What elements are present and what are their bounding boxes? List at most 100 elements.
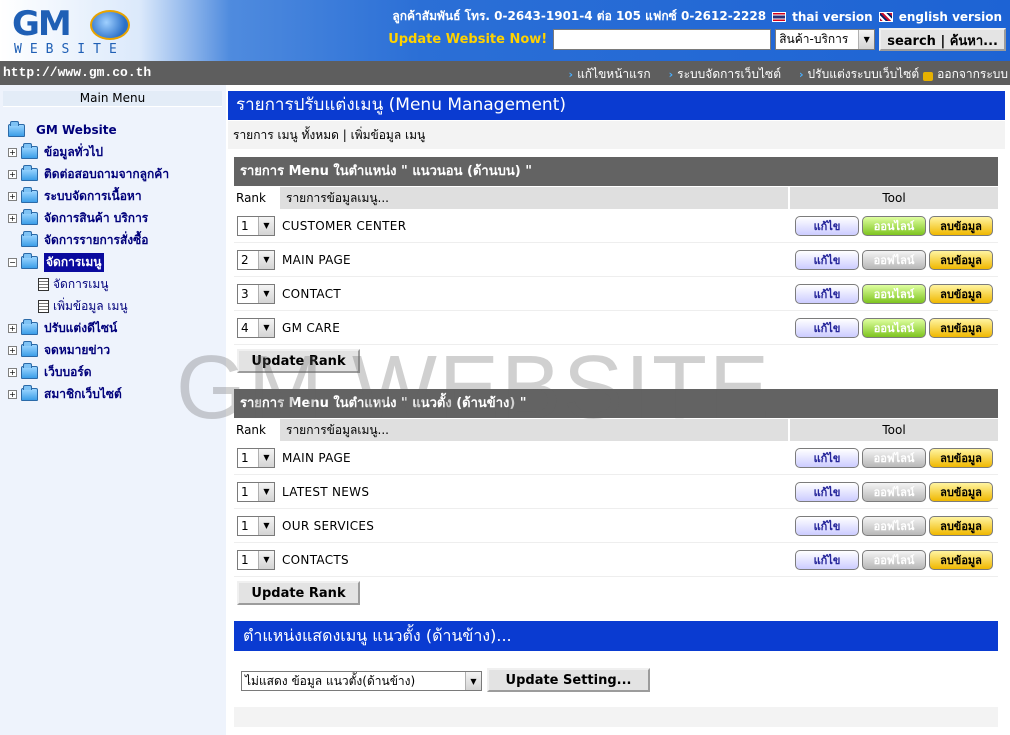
collapse-icon[interactable]: −: [8, 257, 17, 267]
online-button[interactable]: ออนไลน์: [862, 317, 926, 338]
edit-button[interactable]: แก้ไข: [795, 283, 859, 304]
tree-item-customer-contact[interactable]: + ติดต่อสอบถามจากลูกค้า: [8, 163, 220, 185]
online-button[interactable]: ออนไลน์: [862, 283, 926, 304]
rank-select[interactable]: 1 ▼: [237, 447, 275, 468]
edit-button[interactable]: แก้ไข: [795, 249, 859, 270]
rank-select[interactable]: 1 ▼: [237, 515, 275, 536]
menu-name: MAIN PAGE: [282, 252, 351, 267]
tree-item-members[interactable]: + สมาชิกเว็บไซต์: [8, 383, 220, 405]
tree-root[interactable]: GM Website: [8, 119, 220, 141]
offline-button[interactable]: ออฟไลน์: [862, 515, 926, 536]
rank-select[interactable]: 1 ▼: [237, 481, 275, 502]
update-rank-button-horizontal[interactable]: Update Rank: [237, 349, 360, 373]
rank-select[interactable]: 4 ▼: [237, 317, 275, 338]
expand-icon[interactable]: +: [8, 169, 17, 179]
tree-item-content-system[interactable]: + ระบบจัดการเนื้อหา: [8, 185, 220, 207]
rank-select[interactable]: 1 ▼: [237, 549, 275, 570]
expand-icon[interactable]: +: [8, 345, 17, 355]
tree-item-menu-management[interactable]: − จัดการเมนู: [8, 251, 220, 273]
tree-item-label: จัดการเมนู: [44, 252, 104, 272]
tool-cell: แก้ไข ออนไลน์ ลบข้อมูล: [790, 317, 998, 338]
app-window: GM WEBSITE ลูกค้าสัมพันธ์ โทร. 0-2643-19…: [0, 0, 1010, 735]
rank-select[interactable]: 1 ▼: [237, 215, 275, 236]
gm-logo[interactable]: GM WEBSITE: [8, 4, 158, 58]
document-icon: [38, 277, 49, 291]
update-website-label: Update Website Now!: [388, 32, 548, 47]
rank-cell: 4 ▼: [234, 317, 282, 338]
delete-button[interactable]: ลบข้อมูล: [929, 447, 993, 468]
offline-button[interactable]: ออฟไลน์: [862, 549, 926, 570]
horizontal-panel-title: รายการ Menu ในตำแหน่ง " แนวนอน (ด้านบน) …: [234, 157, 998, 187]
expand-icon[interactable]: +: [8, 213, 17, 223]
tree-sub-add-menu[interactable]: เพิ่มข้อมูล เมนู: [8, 295, 220, 317]
table-row: 1 ▼ LATEST NEWS แก้ไข ออฟไลน์ ลบข้อมูล: [234, 475, 998, 509]
delete-button[interactable]: ลบข้อมูล: [929, 249, 993, 270]
expand-icon[interactable]: +: [8, 323, 17, 333]
horizontal-menu-panel: รายการ Menu ในตำแหน่ง " แนวนอน (ด้านบน) …: [234, 157, 998, 345]
online-button[interactable]: ออนไลน์: [862, 215, 926, 236]
edit-button[interactable]: แก้ไข: [795, 515, 859, 536]
expand-icon[interactable]: +: [8, 389, 17, 399]
delete-button[interactable]: ลบข้อมูล: [929, 215, 993, 236]
nav-edit-homepage[interactable]: › แก้ไขหน้าแรก: [569, 65, 651, 84]
tree-item-label: สมาชิกเว็บไซต์: [44, 386, 122, 401]
tree-sub-manage-menu[interactable]: จัดการเมนู: [8, 273, 220, 295]
offline-button[interactable]: ออฟไลน์: [862, 481, 926, 502]
rank-value: 1: [241, 552, 249, 567]
add-menu-link[interactable]: เพิ่มข้อมูล เมนู: [351, 128, 426, 142]
search-input[interactable]: [553, 29, 772, 50]
chevron-right-icon: ›: [568, 68, 574, 81]
search-button[interactable]: search | ค้นหา...: [879, 28, 1006, 51]
vertical-rows: 1 ▼ MAIN PAGE แก้ไข ออฟไลน์ ลบข้อมูล 1 ▼…: [234, 441, 998, 577]
thai-version-link[interactable]: thai version: [792, 10, 873, 24]
nav-site-settings[interactable]: › ปรับแต่งระบบเว็บไซต์: [799, 65, 919, 84]
rank-select[interactable]: 2 ▼: [237, 249, 275, 270]
tree-item-label: ปรับแต่งดีไซน์: [44, 320, 118, 335]
tree-item-products[interactable]: + จัดการสินค้า บริการ: [8, 207, 220, 229]
menu-name: CONTACTS: [282, 552, 349, 567]
folder-icon: [21, 318, 38, 335]
col-rank: Rank: [234, 419, 278, 441]
rank-select[interactable]: 3 ▼: [237, 283, 275, 304]
edit-button[interactable]: แก้ไข: [795, 481, 859, 502]
position-select[interactable]: ไม่แสดง ข้อมูล แนวตั้ง(ด้านข้าง) ▼: [241, 671, 482, 691]
all-menu-link[interactable]: รายการ เมนู ทั้งหมด: [233, 128, 339, 142]
update-rank-button-vertical[interactable]: Update Rank: [237, 581, 360, 605]
menu-name: OUR SERVICES: [282, 518, 375, 533]
table-row: 1 ▼ OUR SERVICES แก้ไข ออฟไลน์ ลบข้อมูล: [234, 509, 998, 543]
folder-icon: [21, 362, 38, 379]
delete-button[interactable]: ลบข้อมูล: [929, 481, 993, 502]
sidebar-title: Main Menu: [3, 91, 222, 107]
contact-line: ลูกค้าสัมพันธ์ โทร. 0-2643-1901-4 ต่อ 10…: [392, 7, 1002, 26]
delete-button[interactable]: ลบข้อมูล: [929, 515, 993, 536]
edit-button[interactable]: แก้ไข: [795, 317, 859, 338]
offline-button[interactable]: ออฟไลน์: [862, 249, 926, 270]
expand-icon[interactable]: +: [8, 147, 17, 157]
tree-item-webboard[interactable]: + เว็บบอร์ด: [8, 361, 220, 383]
tree-item-orders[interactable]: จัดการรายการสั่งซื้อ: [8, 229, 220, 251]
delete-button[interactable]: ลบข้อมูล: [929, 317, 993, 338]
tree-item-general-info[interactable]: + ข้อมูลทั่วไป: [8, 141, 220, 163]
english-version-link[interactable]: english version: [899, 10, 1002, 24]
update-setting-button[interactable]: Update Setting...: [487, 668, 650, 692]
tree-item-design[interactable]: + ปรับแต่งดีไซน์: [8, 317, 220, 339]
nav-links: › แก้ไขหน้าแรก › ระบบจัดการเว็บไซต์ › ปรับแ…: [569, 65, 1008, 84]
category-select[interactable]: สินค้า-บริการ ▼: [775, 29, 876, 50]
edit-button[interactable]: แก้ไข: [795, 447, 859, 468]
expand-icon[interactable]: +: [8, 191, 17, 201]
tree-item-label: เว็บบอร์ด: [44, 364, 92, 379]
category-select-value: สินค้า-บริการ: [779, 32, 849, 46]
edit-button[interactable]: แก้ไข: [795, 549, 859, 570]
edit-button[interactable]: แก้ไข: [795, 215, 859, 236]
nav-logout[interactable]: ออกจากระบบ: [923, 65, 1008, 84]
delete-button[interactable]: ลบข้อมูล: [929, 549, 993, 570]
expand-icon[interactable]: +: [8, 367, 17, 377]
delete-button[interactable]: ลบข้อมูล: [929, 283, 993, 304]
lock-icon: [923, 72, 934, 81]
tree-item-newsletter[interactable]: + จดหมายข่าว: [8, 339, 220, 361]
nav-site-management[interactable]: › ระบบจัดการเว็บไซต์: [669, 65, 781, 84]
col-tool: Tool: [788, 187, 998, 209]
offline-button[interactable]: ออฟไลน์: [862, 447, 926, 468]
table-header: Rank รายการข้อมูลเมนู... Tool: [234, 419, 998, 441]
col-rank: Rank: [234, 187, 278, 209]
